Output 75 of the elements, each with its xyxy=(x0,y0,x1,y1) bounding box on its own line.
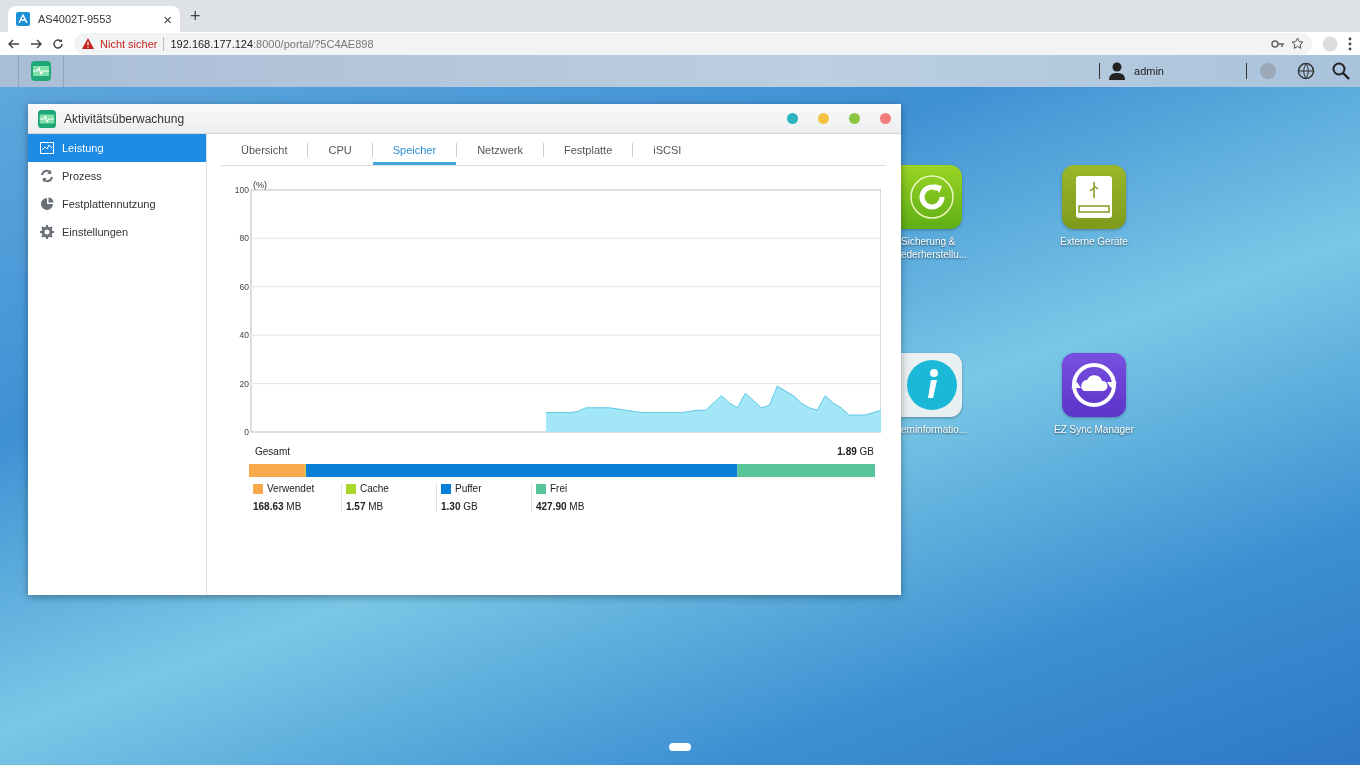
app-tile[interactable] xyxy=(901,353,962,417)
close-tab-button[interactable]: × xyxy=(163,10,172,28)
legend-label: Verwendet xyxy=(267,483,315,494)
legend-swatch xyxy=(346,483,356,494)
legend-swatch xyxy=(441,483,451,494)
tab[interactable]: iSCSI xyxy=(633,134,702,165)
url-path: :8000/portal/?5C4AE898 xyxy=(253,37,374,50)
site-icon xyxy=(16,12,30,26)
y-tick-label: 0 xyxy=(244,427,249,437)
chart-icon xyxy=(40,142,54,154)
legend-label: Cache xyxy=(360,483,389,494)
refresh-icon xyxy=(40,169,54,183)
legend-label: Frei xyxy=(550,483,568,494)
sidebar-label: Leistung xyxy=(62,142,104,154)
dock-handle[interactable] xyxy=(669,743,691,751)
window-title: Aktivitätsüberwachung xyxy=(64,111,186,126)
legend-label: Puffer xyxy=(455,483,482,494)
monitor-app-icon xyxy=(38,109,56,128)
sidebar-item[interactable]: Leistung xyxy=(28,134,206,162)
sidebar-label: Prozess xyxy=(62,170,102,182)
total-value: 1.89 GB xyxy=(837,446,874,457)
sidebar-item[interactable]: Festplattennutzung xyxy=(28,190,206,218)
globe-icon[interactable] xyxy=(1297,62,1315,80)
app-tile[interactable] xyxy=(1062,165,1126,229)
y-tick-label: 60 xyxy=(239,281,249,292)
legend-swatch xyxy=(536,483,546,494)
usb-drive-icon xyxy=(1074,174,1114,220)
legend-swatch xyxy=(253,483,263,494)
sidebar-label: Einstellungen xyxy=(62,226,129,238)
total-label: Gesamt xyxy=(255,446,290,457)
legend-value: 427.90 MB xyxy=(536,501,586,512)
app-label: Sicherung & ederherstellu... xyxy=(901,235,968,261)
cloud-sync-icon xyxy=(1069,360,1119,410)
forward-icon[interactable] xyxy=(30,37,42,50)
tab[interactable]: Übersicht xyxy=(221,134,308,165)
warning-icon xyxy=(82,38,94,49)
back-icon[interactable] xyxy=(8,37,20,50)
sidebar-item[interactable]: Einstellungen xyxy=(28,218,206,246)
address-bar[interactable]: Nicht sicher 192.168.177.124:8000/portal/?5C4AE898 xyxy=(74,32,1312,55)
tab[interactable]: Speicher xyxy=(372,134,457,165)
y-tick-label: 40 xyxy=(239,330,249,341)
app-tile[interactable] xyxy=(901,165,962,229)
security-warning: Nicht sicher xyxy=(100,37,158,50)
y-tick-label: 20 xyxy=(239,378,249,389)
axis-unit: (%) xyxy=(253,180,267,190)
user-name[interactable]: admin xyxy=(1134,65,1164,77)
settings-icon xyxy=(40,225,54,239)
legend-value: 168.63 MB xyxy=(253,501,303,512)
new-tab-button[interactable]: + xyxy=(190,5,201,27)
key-icon[interactable] xyxy=(1271,38,1285,49)
monitor-app-icon xyxy=(31,61,51,81)
y-tick-label: 100 xyxy=(234,185,249,195)
window-dot[interactable] xyxy=(787,113,798,124)
y-tick-label: 80 xyxy=(239,233,249,244)
app-label: eminformatio... xyxy=(901,423,968,436)
legend-value: 1.57 MB xyxy=(346,501,385,512)
user-icon[interactable] xyxy=(1108,62,1127,80)
menu-icon[interactable] xyxy=(1348,36,1352,51)
sidebar-label: Festplattennutzung xyxy=(62,198,156,210)
tab[interactable]: Festplatte xyxy=(543,134,633,165)
star-icon[interactable] xyxy=(1291,37,1304,50)
tab-title: AS4002T-9553 xyxy=(38,13,113,25)
app-label: Externe Geräte xyxy=(1060,235,1128,248)
url-host: 192.168.177.124 xyxy=(170,37,254,50)
tab[interactable]: Netzwerk xyxy=(457,134,543,165)
reload-icon[interactable] xyxy=(52,37,64,50)
info-icon xyxy=(905,359,958,411)
browser-tab[interactable]: AS4002T-9553 × xyxy=(8,6,180,32)
search-icon[interactable] xyxy=(1332,62,1350,80)
app-tile[interactable] xyxy=(1062,353,1126,417)
legend-value: 1.30 GB xyxy=(441,501,479,512)
app-label: EZ Sync Manager xyxy=(1053,423,1134,436)
tab[interactable]: CPU xyxy=(308,134,372,165)
sidebar-item[interactable]: Prozess xyxy=(28,162,206,190)
pie-icon xyxy=(40,197,54,211)
